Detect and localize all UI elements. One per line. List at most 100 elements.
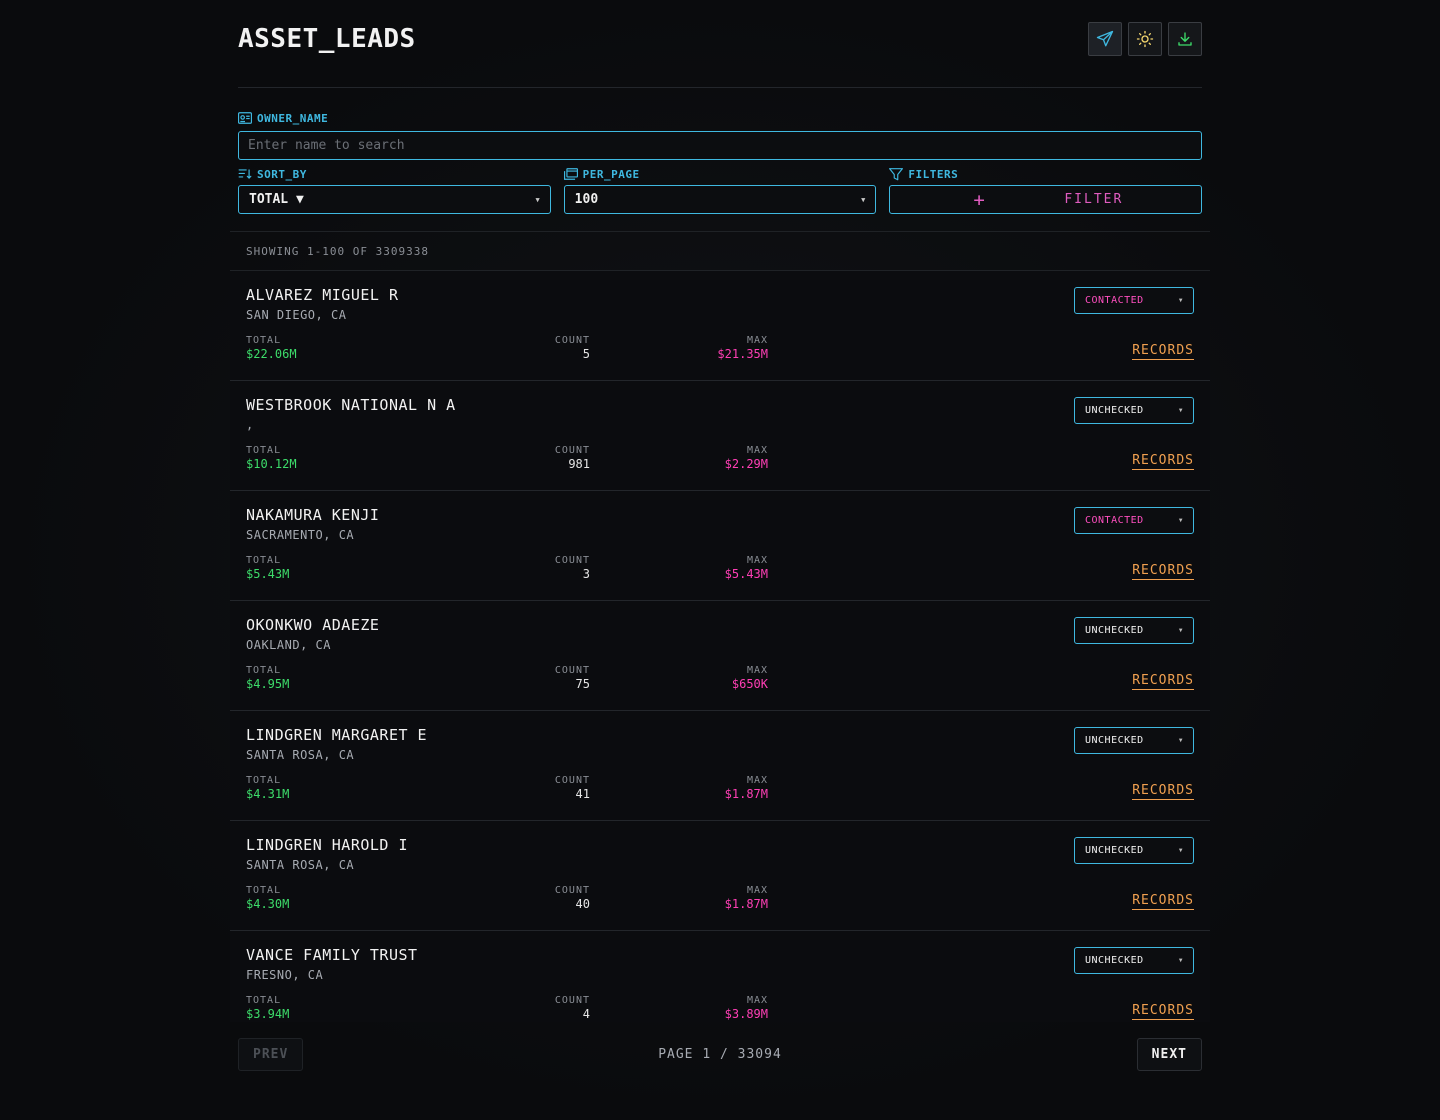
- total-label: TOTAL: [246, 445, 282, 456]
- total-label: TOTAL: [246, 775, 282, 786]
- chevron-down-icon: ▼: [1178, 627, 1183, 634]
- records-link[interactable]: RECORDS: [1132, 563, 1194, 580]
- total-value: $22.06M: [246, 347, 297, 361]
- status-select[interactable]: UNCHECKED ▼: [1074, 617, 1194, 644]
- chevron-down-icon: ▼: [1178, 407, 1183, 414]
- owner-location: SACRAMENTO, CA: [246, 528, 355, 542]
- max-stat: MAX $1.87M: [725, 885, 768, 911]
- app-container: ASSET_LEADS OWNER_NAME SORT_BY TOTAL ▼: [230, 0, 1210, 1071]
- count-value: 5: [582, 347, 590, 361]
- count-label: COUNT: [554, 995, 590, 1006]
- sort-by-label-text: SORT_BY: [257, 167, 307, 181]
- prev-page-button[interactable]: PREV: [238, 1038, 304, 1071]
- add-filter-label: FILTER: [1064, 192, 1124, 207]
- header-actions: [1088, 21, 1202, 56]
- total-value: $4.31M: [246, 787, 290, 801]
- status-select[interactable]: CONTACTED ▼: [1074, 507, 1194, 534]
- sort-icon: [238, 169, 252, 179]
- sun-icon: [1136, 30, 1154, 47]
- lead-row[interactable]: OKONKWO ADAEZE OAKLAND, CA TOTAL $4.95M COUN…: [230, 601, 1210, 711]
- query-controls: SORT_BY TOTAL ▼ ▼ PER_PAGE 100 ▼ FILTERS: [238, 166, 1203, 214]
- status-select[interactable]: CONTACTED ▼: [1074, 287, 1194, 314]
- records-link[interactable]: RECORDS: [1132, 783, 1194, 800]
- id-card-icon: [238, 112, 252, 124]
- max-label: MAX: [746, 335, 768, 346]
- total-label: TOTAL: [246, 335, 282, 346]
- lead-row[interactable]: LINDGREN HAROLD I SANTA ROSA, CA TOTAL $4.3…: [230, 821, 1210, 931]
- chevron-down-icon: ▼: [1178, 297, 1183, 304]
- owner-location: SANTA ROSA, CA: [246, 858, 355, 872]
- max-stat: MAX $2.29M: [725, 445, 768, 471]
- results-list: SHOWING 1-100 OF 3309338 ALVAREZ MIGUEL …: [230, 231, 1210, 1022]
- count-label: COUNT: [554, 335, 590, 346]
- records-link[interactable]: RECORDS: [1132, 673, 1194, 690]
- filters-control: FILTERS + FILTER: [889, 166, 1203, 214]
- sort-by-label: SORT_BY: [238, 166, 551, 182]
- total-stat: TOTAL $3.94M: [246, 995, 289, 1021]
- count-value: 40: [575, 897, 590, 911]
- max-label: MAX: [746, 665, 768, 676]
- max-stat: MAX $650K: [732, 665, 768, 691]
- pagination: PREV PAGE 1 / 33094 NEXT: [238, 1038, 1202, 1071]
- lead-row[interactable]: NAKAMURA KENJI SACRAMENTO, CA TOTAL $5.43M C…: [230, 491, 1210, 601]
- max-label: MAX: [746, 445, 768, 456]
- count-value: 41: [575, 787, 590, 801]
- count-stat: COUNT 75: [555, 665, 590, 691]
- next-page-button[interactable]: NEXT: [1136, 1038, 1202, 1071]
- sort-by-select[interactable]: TOTAL ▼ ▼: [238, 185, 551, 214]
- records-link[interactable]: RECORDS: [1132, 1003, 1194, 1020]
- count-value: 75: [575, 677, 590, 691]
- status-select[interactable]: UNCHECKED ▼: [1074, 397, 1194, 424]
- theme-toggle-button[interactable]: [1128, 21, 1162, 56]
- total-label: TOTAL: [246, 555, 282, 566]
- status-select[interactable]: UNCHECKED ▼: [1074, 837, 1194, 864]
- count-stat: COUNT 981: [555, 445, 590, 471]
- per-page-label: PER_PAGE: [563, 166, 877, 182]
- max-value: $1.87M: [724, 787, 768, 801]
- chevron-down-icon: ▼: [1178, 737, 1183, 744]
- count-stat: COUNT 3: [555, 555, 590, 581]
- lead-row[interactable]: LINDGREN MARGARET E SANTA ROSA, CA TOTAL $4…: [230, 711, 1210, 821]
- status-select[interactable]: UNCHECKED ▼: [1074, 727, 1194, 754]
- records-link[interactable]: RECORDS: [1132, 893, 1194, 910]
- total-value: $5.43M: [246, 567, 290, 581]
- total-label: TOTAL: [246, 995, 282, 1006]
- records-link[interactable]: RECORDS: [1132, 343, 1194, 360]
- count-label: COUNT: [554, 665, 590, 676]
- page-header: ASSET_LEADS: [238, 0, 1202, 88]
- records-link[interactable]: RECORDS: [1132, 453, 1194, 470]
- owner-location: SAN DIEGO, CA: [246, 308, 347, 322]
- add-filter-button[interactable]: + FILTER: [889, 185, 1203, 214]
- lead-row[interactable]: WESTBROOK NATIONAL N A, TOTAL $10.12M COUNT…: [230, 381, 1210, 491]
- status-value: CONTACTED: [1085, 515, 1144, 526]
- plus-icon: +: [973, 189, 987, 211]
- page-indicator: PAGE 1 / 33094: [658, 1047, 782, 1062]
- send-icon: [1096, 30, 1114, 46]
- count-stat: COUNT 4: [555, 995, 590, 1021]
- total-value: $4.95M: [246, 677, 290, 691]
- lead-row[interactable]: ALVAREZ MIGUEL R SAN DIEGO, CA TOTAL $22.06…: [230, 271, 1210, 381]
- lead-row[interactable]: VANCE FAMILY TRUST FRESNO, CA TOTAL $3.94M C…: [230, 931, 1210, 1022]
- owner-search-input[interactable]: [238, 131, 1202, 160]
- count-label: COUNT: [554, 885, 590, 896]
- status-value: UNCHECKED: [1085, 845, 1144, 856]
- max-stat: MAX $21.35M: [717, 335, 768, 361]
- status-value: UNCHECKED: [1085, 405, 1144, 416]
- count-value: 4: [582, 1007, 590, 1021]
- total-stat: TOTAL $4.30M: [246, 885, 289, 911]
- owner-name-label-text: OWNER_NAME: [257, 111, 329, 125]
- total-stat: TOTAL $5.43M: [246, 555, 289, 581]
- send-button[interactable]: [1088, 21, 1122, 56]
- total-value: $4.30M: [246, 897, 290, 911]
- results-rows[interactable]: ALVAREZ MIGUEL R SAN DIEGO, CA TOTAL $22.06…: [230, 271, 1210, 1022]
- download-button[interactable]: [1168, 21, 1202, 56]
- status-value: CONTACTED: [1085, 295, 1144, 306]
- max-stat: MAX $5.43M: [725, 555, 768, 581]
- count-label: COUNT: [554, 555, 590, 566]
- total-stat: TOTAL $10.12M: [246, 445, 297, 471]
- total-label: TOTAL: [246, 885, 282, 896]
- status-select[interactable]: UNCHECKED ▼: [1074, 947, 1194, 974]
- owner-location: ,: [246, 418, 254, 432]
- max-value: $3.89M: [724, 1007, 768, 1021]
- per-page-select[interactable]: 100 ▼: [563, 185, 877, 214]
